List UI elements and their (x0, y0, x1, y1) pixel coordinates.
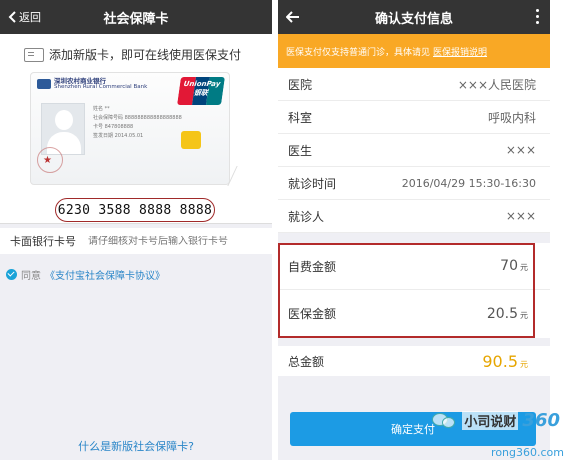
info-key: 医生 (288, 143, 313, 158)
amount-breakdown: 自费金额 70 元 医保金额 20.5 元 (278, 243, 550, 338)
notice-text: 医保支付仅支持普通门诊，具体请见 (286, 47, 431, 58)
add-card-row[interactable]: 添加新版卡，即可在线使用医保支付 (24, 46, 241, 63)
info-row-hospital: 医院 ×××人民医院 (278, 68, 550, 101)
right-screen: 确认支付信息 医保支付仅支持普通门诊，具体请见 医保报销说明 医院 ×××人民医… (278, 0, 550, 460)
unionpay-en: UnionPay (183, 80, 221, 88)
agreement-link[interactable]: 《支付宝社会保障卡协议》 (45, 267, 165, 282)
card-info-line: 卡号 847808888 (93, 124, 134, 130)
watermark-text: 小司说财 (462, 411, 519, 430)
info-row-department: 科室 呼吸内科 (278, 101, 550, 134)
agreement-row[interactable]: 同意 《支付宝社会保障卡协议》 (0, 263, 272, 285)
back-label: 返回 (19, 11, 41, 24)
info-key: 就诊人 (288, 209, 325, 224)
social-security-card-image: 深圳农村商业银行 Shenzhen Rural Commercial Bank U… (30, 72, 230, 185)
left-top-bar: 返回 社会保障卡 (0, 0, 272, 34)
unionpay-logo: UnionPay 银联 (177, 77, 225, 105)
watermark-url: rong360.com (491, 446, 564, 459)
more-menu-icon[interactable] (536, 9, 540, 27)
id-card-icon (24, 47, 44, 62)
card-preview-area: 添加新版卡，即可在线使用医保支付 深圳农村商业银行 Shenzhen Rural … (0, 34, 272, 224)
back-arrow-button[interactable] (286, 0, 300, 34)
info-value: ××× (505, 143, 536, 157)
right-top-bar: 确认支付信息 (278, 0, 550, 34)
total-label: 总金额 (288, 354, 325, 369)
total-unit: 元 (520, 359, 528, 369)
info-row-visit-time: 就诊时间 2016/04/29 15:30-16:30 (278, 167, 550, 200)
bank-card-number-label: 卡面银行卡号 (10, 235, 76, 248)
visit-info-list: 医院 ×××人民医院 科室 呼吸内科 医生 ××× 就诊时间 2016/04/2… (278, 68, 550, 233)
add-card-text: 添加新版卡，即可在线使用医保支付 (49, 48, 242, 62)
info-row-patient: 就诊人 ××× (278, 200, 550, 233)
chevron-left-icon (8, 11, 16, 23)
page-title: 确认支付信息 (374, 11, 453, 27)
arrow-left-icon (286, 11, 299, 23)
card-info-line: 姓名 ** (93, 106, 110, 112)
checkbox-checked-icon[interactable] (6, 268, 17, 280)
bank-name-en: Shenzhen Rural Commercial Bank (54, 83, 148, 90)
total-row: 总金额 90.5 元 (278, 346, 550, 376)
info-key: 医院 (288, 77, 313, 92)
info-key: 就诊时间 (288, 176, 337, 191)
chat-bubble-icon (432, 411, 458, 431)
bank-logo-icon (37, 79, 51, 89)
notice-link[interactable]: 医保报销说明 (433, 45, 487, 58)
card-number-highlight: 6230 3588 8888 8888 (55, 198, 215, 222)
info-value: 2016/04/29 15:30-16:30 (401, 176, 536, 190)
what-is-new-card-link[interactable]: 什么是新版社会保障卡? (0, 438, 272, 454)
star-icon: ★ (43, 155, 52, 166)
info-value: 呼吸内科 (487, 110, 536, 125)
back-button[interactable]: 返回 (8, 0, 41, 34)
agree-label: 同意 (21, 270, 41, 282)
info-value: ××× (505, 209, 536, 223)
info-key: 科室 (288, 110, 313, 125)
card-info-line: 社会保障号码 888888888888888888 (93, 115, 182, 121)
info-value: ×××人民医院 (457, 77, 536, 92)
page-title: 社会保障卡 (103, 11, 169, 27)
bank-card-number-input[interactable] (88, 235, 258, 247)
bank-logo: 深圳农村商业银行 Shenzhen Rural Commercial Bank (37, 78, 147, 90)
chip-icon (181, 131, 201, 149)
total-amount: 90.5 (482, 351, 518, 371)
notice-bar: 医保支付仅支持普通门诊，具体请见 医保报销说明 (278, 34, 550, 68)
highlight-box (278, 243, 535, 338)
watermark: 小司说财 360 (432, 410, 560, 431)
bank-card-number-row: 卡面银行卡号 (0, 228, 272, 254)
card-page-arrow (227, 166, 247, 186)
card-info-line: 签发日期 2014.05.01 (93, 133, 144, 139)
unionpay-cn: 银联 (193, 89, 209, 98)
card-info-lines: 姓名 ** 社会保障号码 888888888888888888 卡号 84780… (93, 105, 182, 141)
info-row-doctor: 医生 ××× (278, 134, 550, 167)
watermark-brand: 360 (522, 410, 560, 431)
left-screen: 返回 社会保障卡 添加新版卡，即可在线使用医保支付 深圳农村商业银行 Shenzh… (0, 0, 272, 460)
